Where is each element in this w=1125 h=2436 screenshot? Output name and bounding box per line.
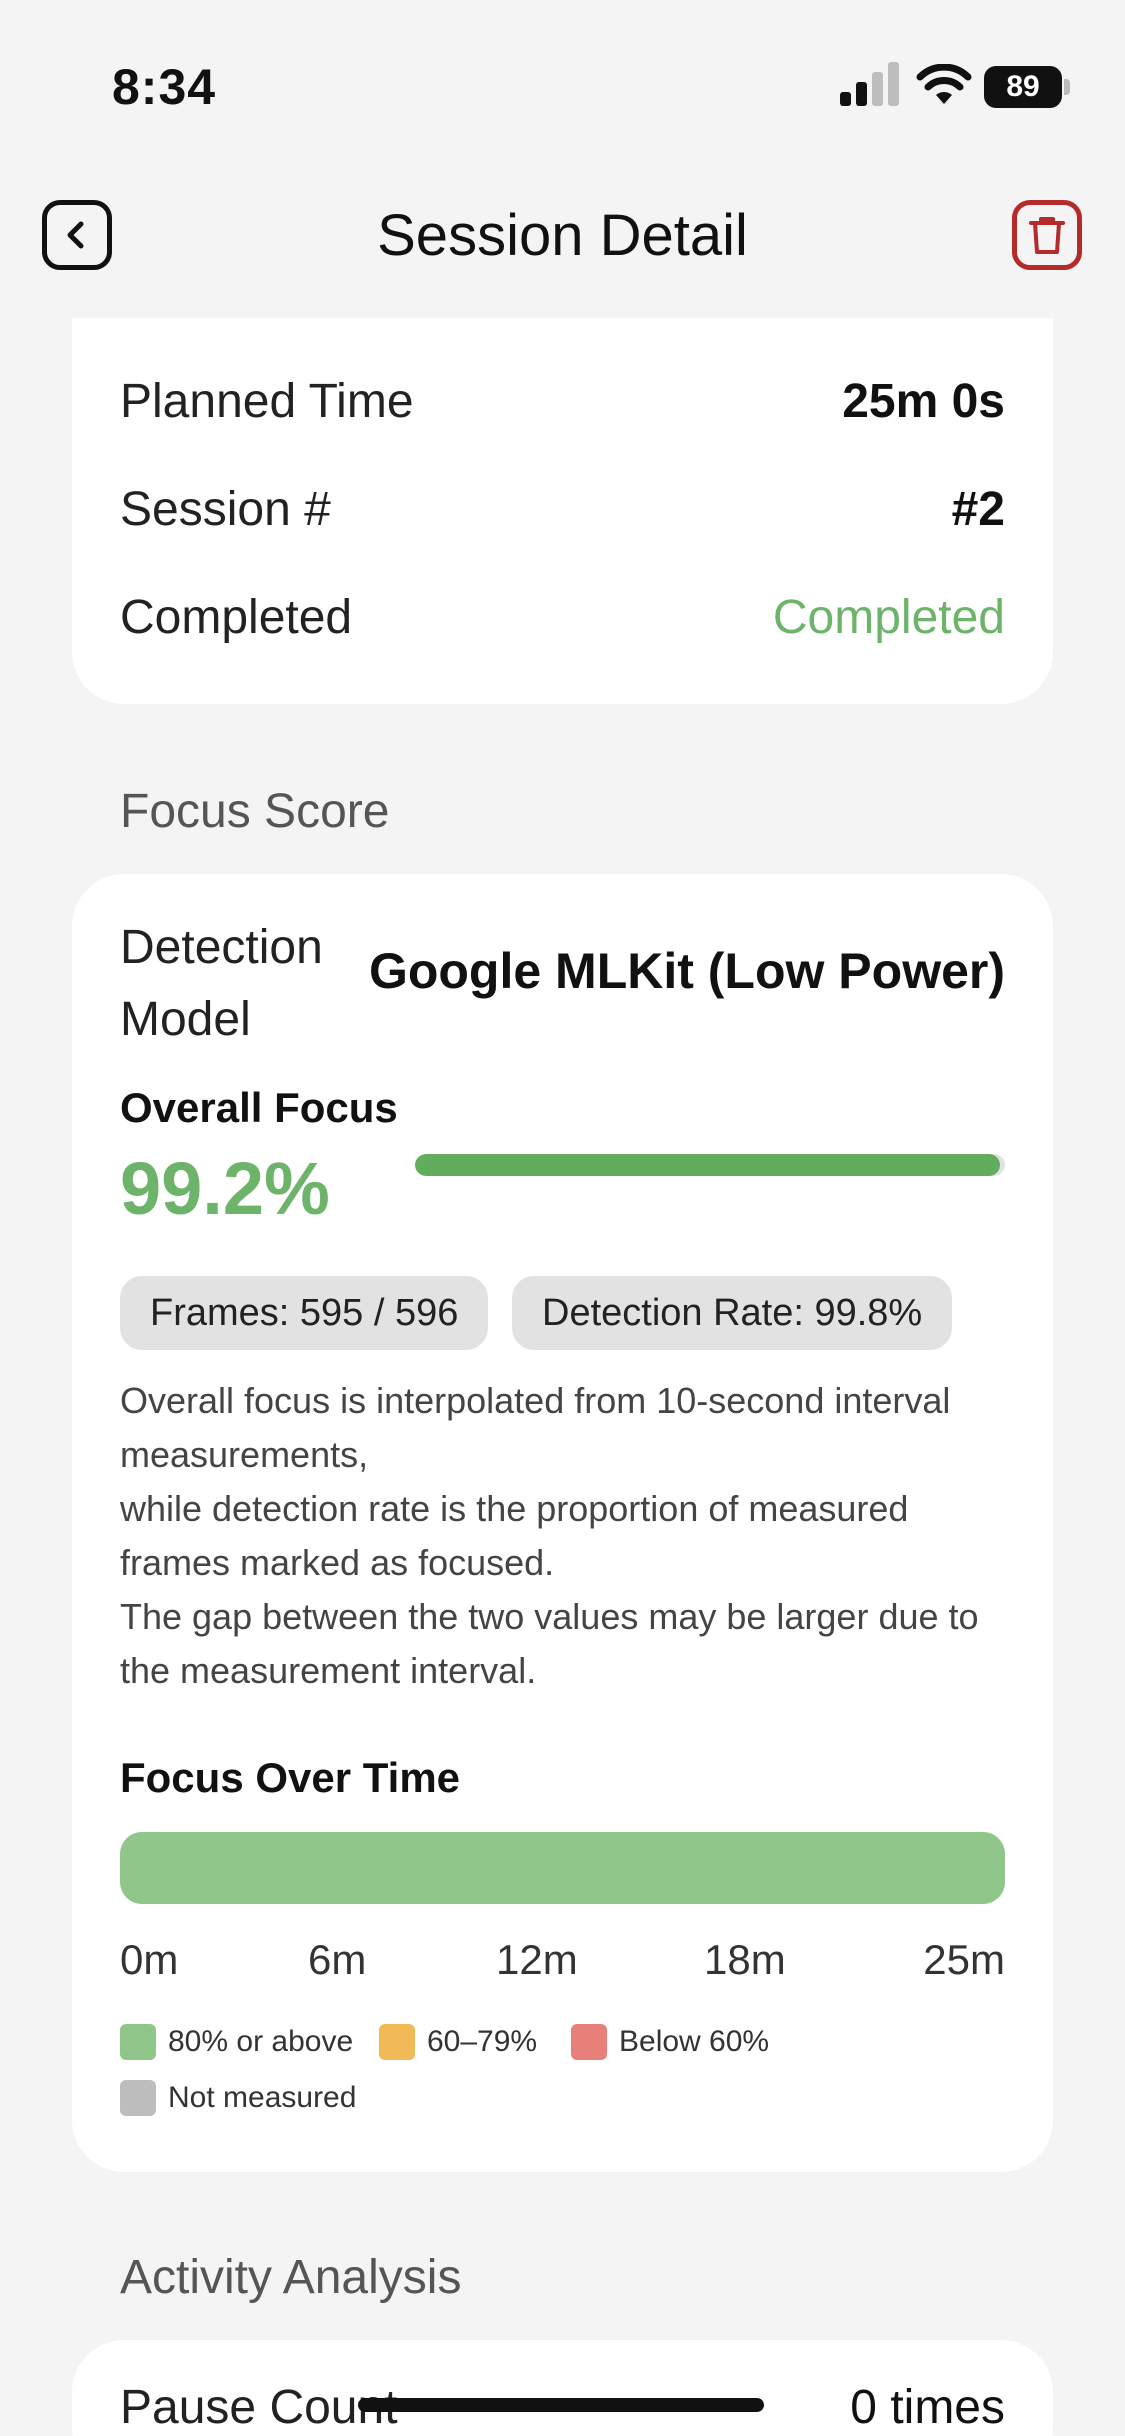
- wifi-icon: [916, 64, 972, 104]
- legend-label: 80% or above: [168, 2025, 354, 2058]
- legend-swatch: [571, 2024, 607, 2060]
- focus-explanation: Overall focus is interpolated from 10-se…: [120, 1374, 1010, 1698]
- legend-item-60-79: 60–79%: [379, 2024, 537, 2060]
- focus-over-time-title: Focus Over Time: [120, 1754, 461, 1801]
- note-line: Overall focus is interpolated from 10-se…: [120, 1380, 951, 1475]
- detection-rate-chip: Detection Rate: 99.8%: [512, 1276, 953, 1350]
- timeline-tick: 25m: [923, 1936, 1005, 1983]
- completed-row: Completed Completed: [120, 590, 1005, 645]
- legend-label: Below 60%: [619, 2025, 770, 2058]
- planned-time-value: 25m 0s: [842, 375, 1005, 428]
- activity-card: Pause Count 0 times: [72, 2340, 1053, 2436]
- pause-count-label: Pause Count: [120, 2381, 398, 2434]
- pause-count-value: 0 times: [850, 2381, 1005, 2434]
- timeline-tick: 12m: [496, 1936, 578, 1983]
- frames-chip: Frames: 595 / 596: [120, 1276, 489, 1350]
- note-line: while detection rate is the proportion o…: [120, 1488, 909, 1583]
- legend-item-80-plus: 80% or above: [120, 2024, 353, 2060]
- detection-model-value: Google MLKit (Low Power): [368, 943, 1005, 999]
- session-number-label: Session #: [120, 483, 331, 536]
- battery-icon: 89: [984, 66, 1070, 108]
- focus-score-card: Detection Model Google MLKit (Low Power)…: [72, 874, 1053, 2172]
- overall-focus-value: 99.2%: [120, 1147, 330, 1230]
- status-bar: 8:34 89: [0, 0, 1125, 160]
- focus-score-header: Focus Score: [120, 785, 390, 838]
- detection-model-label: Detection Model: [120, 921, 323, 1046]
- session-number-value: #2: [951, 483, 1005, 536]
- completed-status: Completed: [772, 591, 1005, 644]
- legend-item-not-measured: Not measured: [120, 2080, 356, 2116]
- overall-focus-label: Overall Focus: [120, 1084, 398, 1131]
- trash-icon: [1029, 217, 1065, 254]
- timeline-segment: [120, 1832, 1005, 1904]
- overall-focus-progress-fill: [415, 1154, 1001, 1176]
- legend-label: 60–79%: [427, 2025, 538, 2058]
- planned-time-label: Planned Time: [120, 375, 414, 428]
- legend-swatch: [379, 2024, 415, 2060]
- legend-item-below-60: Below 60%: [571, 2024, 769, 2060]
- battery-level: 89: [984, 66, 1062, 108]
- completed-label: Completed: [120, 591, 353, 644]
- session-summary-card: Planned Time 25m 0s Session # #2 Complet…: [72, 318, 1053, 704]
- timeline-tick: 6m: [308, 1936, 367, 1983]
- page-title: Session Detail: [377, 203, 748, 268]
- planned-time-row: Planned Time 25m 0s: [120, 374, 1005, 429]
- legend-swatch: [120, 2080, 156, 2116]
- overall-focus-progress: [415, 1154, 1005, 1176]
- focus-timeline-bar: [120, 1832, 1005, 1904]
- legend-swatch: [120, 2024, 156, 2060]
- cellular-signal-icon: [840, 62, 899, 106]
- note-line: The gap between the two values may be la…: [120, 1596, 979, 1691]
- delete-button[interactable]: [1012, 200, 1082, 270]
- screen: 8:34 89 Session Detail Planned Time 25m …: [0, 0, 1125, 2436]
- activity-analysis-header: Activity Analysis: [120, 2251, 462, 2304]
- timeline-tick: 18m: [704, 1936, 786, 1983]
- session-number-row: Session # #2: [120, 482, 1005, 537]
- timeline-tick: 0m: [120, 1936, 179, 1983]
- home-indicator[interactable]: [358, 2398, 764, 2412]
- legend-label: Not measured: [168, 2081, 357, 2114]
- nav-bar: Session Detail: [0, 160, 1125, 320]
- status-time: 8:34: [112, 59, 217, 115]
